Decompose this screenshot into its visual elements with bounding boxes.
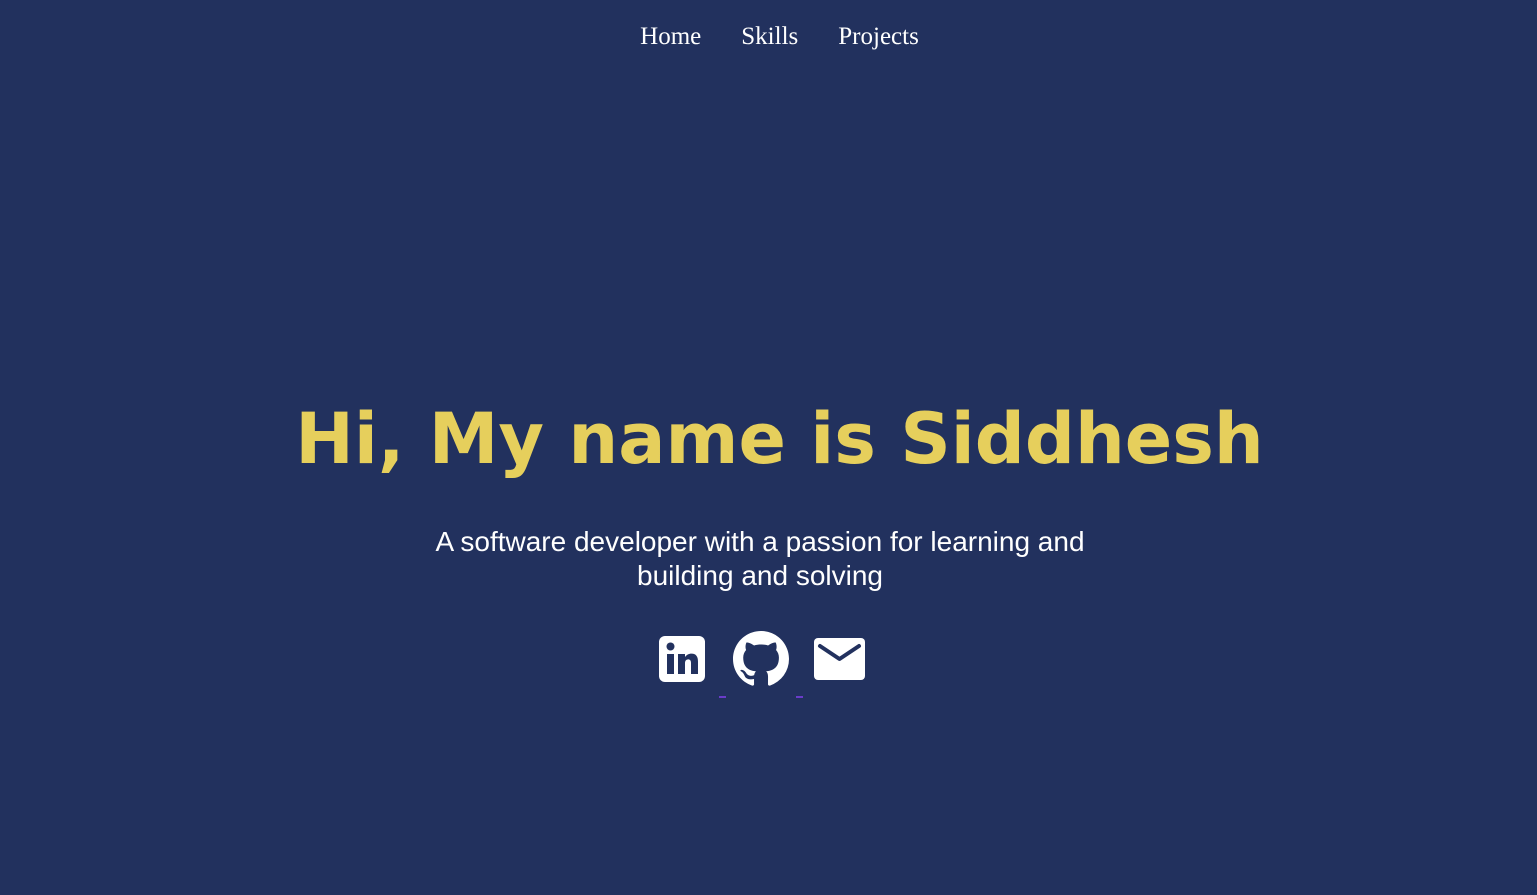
decorative-dash-right bbox=[796, 696, 803, 698]
linkedin-icon bbox=[659, 636, 705, 682]
top-navigation: Home Skills Projects bbox=[0, 20, 1537, 54]
hero-subtitle: A software developer with a passion for … bbox=[435, 526, 1085, 591]
nav-link-projects[interactable]: Projects bbox=[838, 20, 919, 54]
email-link[interactable] bbox=[814, 638, 865, 680]
nav-link-home[interactable]: Home bbox=[640, 20, 701, 54]
mail-icon bbox=[814, 638, 865, 680]
nav-link-skills[interactable]: Skills bbox=[741, 20, 798, 54]
hero-title: Hi, My name is Siddhesh bbox=[295, 398, 1264, 480]
github-link[interactable] bbox=[733, 631, 789, 687]
linkedin-link[interactable] bbox=[659, 636, 705, 682]
decorative-dash-left bbox=[719, 696, 726, 698]
github-icon bbox=[733, 631, 789, 687]
